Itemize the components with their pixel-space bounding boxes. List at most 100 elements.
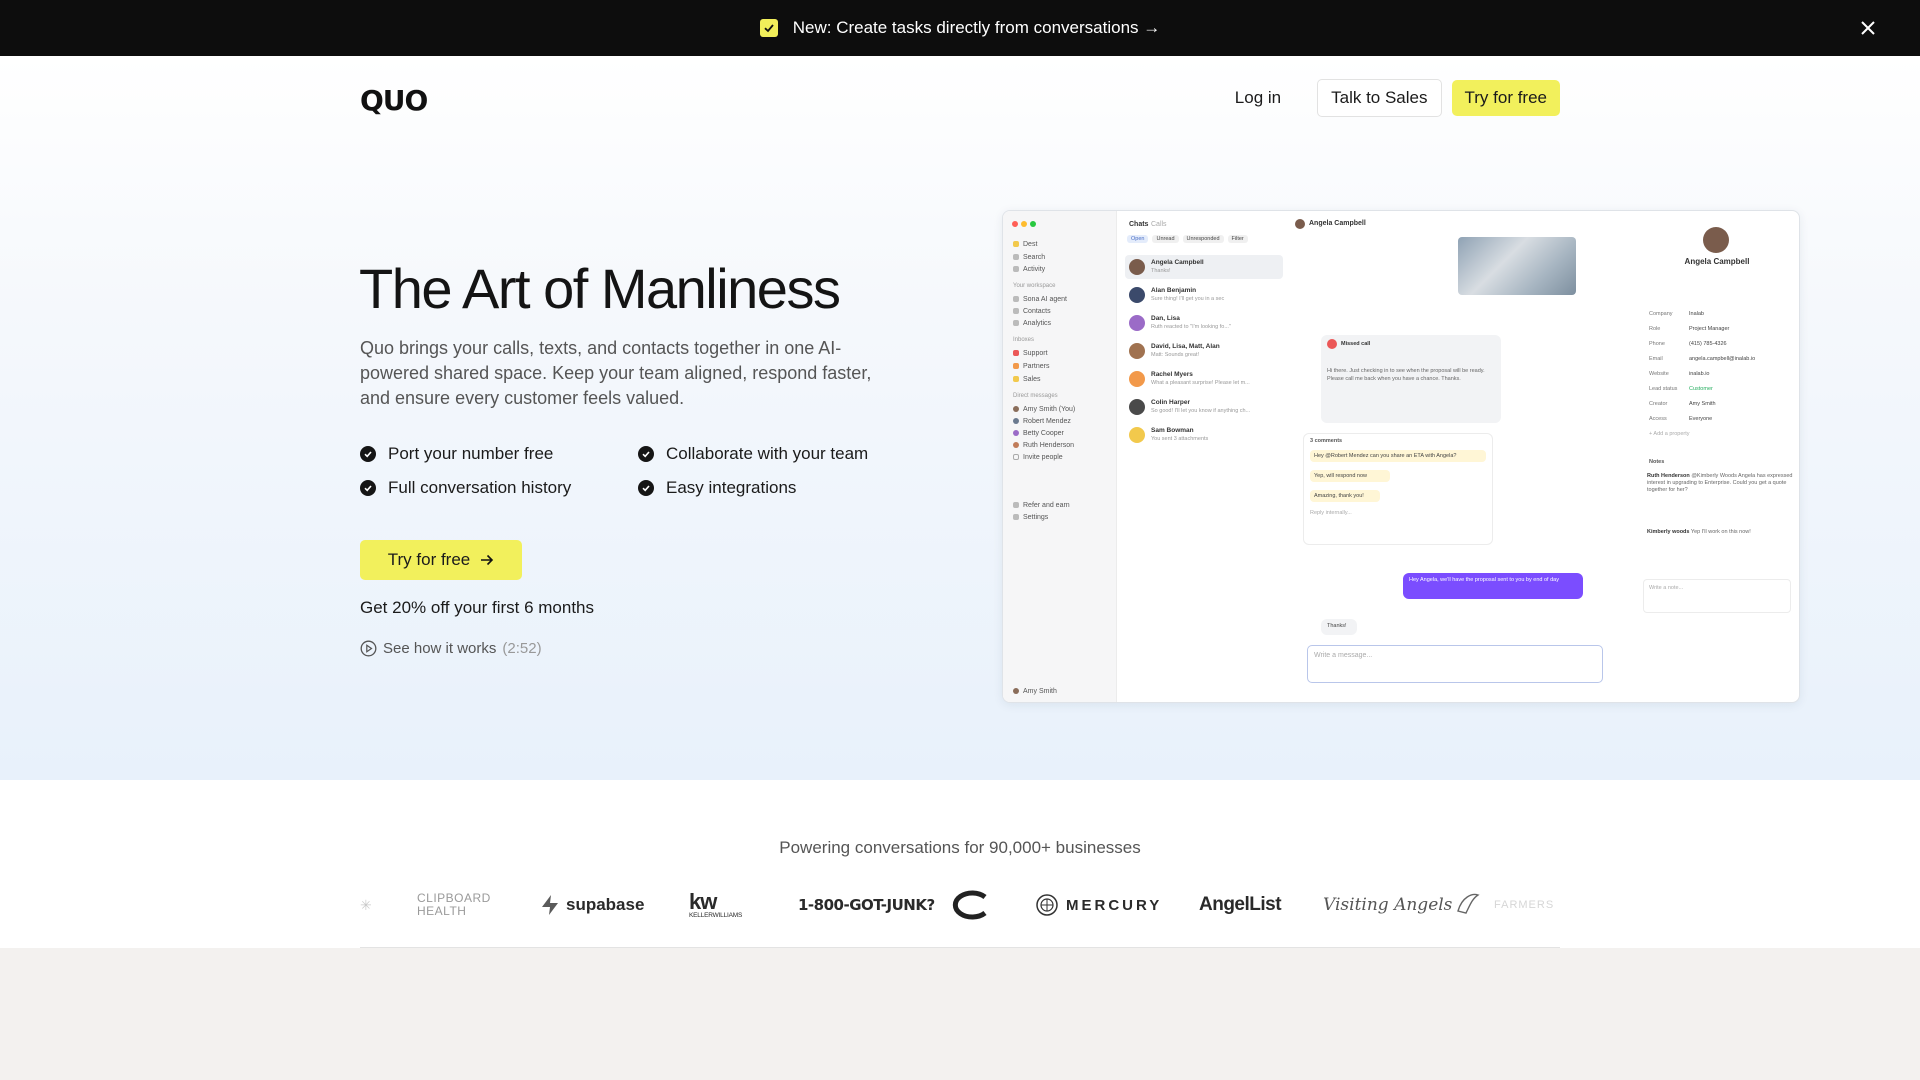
mock-chat-contact: Angela Campbell	[1309, 220, 1366, 227]
feature-label: Collaborate with your team	[666, 444, 869, 463]
mock-contacts: Contacts	[1013, 307, 1051, 315]
logo-strip: ✳ CLIPBOARD HEALTH supabase kw KELLERWIL…	[360, 880, 1560, 930]
mock-note: Ruth Henderson @Kimberly Woods Angela ha…	[1647, 473, 1793, 493]
mock-conversation-row: Sam Bowman You sent 3 attachments	[1125, 423, 1283, 447]
mock-search: Search	[1013, 253, 1045, 261]
top-nav: Log in Talk to Sales Try for free	[1221, 79, 1560, 117]
hero-description: Quo brings your calls, texts, and contac…	[360, 338, 872, 408]
mock-add-property: + Add a property	[1649, 431, 1690, 437]
login-link[interactable]: Log in	[1221, 80, 1295, 116]
see-how-it-works-link[interactable]: See how it works (2:52)	[360, 640, 542, 657]
feature-label: Full conversation history	[388, 478, 572, 497]
announcement-bar[interactable]: New: Create tasks directly from conversa…	[0, 0, 1920, 56]
video-duration: (2:52)	[502, 640, 542, 657]
mock-outgoing-message: Hey Angela, we'll have the proposal sent…	[1403, 573, 1583, 599]
mock-user: Amy Smith	[1013, 687, 1057, 695]
feature-item: Collaborate with your team	[638, 444, 916, 464]
keller-williams-logo: kw KELLERWILLIAMS	[689, 888, 743, 919]
mercury-logo: MERCURY	[1036, 880, 1162, 930]
mock-conversation-row: Rachel Myers What a pleasant surprise! Pl…	[1125, 367, 1283, 391]
feature-item: Easy integrations	[638, 478, 916, 498]
mock-property: Phone (415) 785-4326	[1649, 341, 1727, 347]
check-circle-icon	[638, 480, 654, 496]
mock-workspace: Dest	[1013, 240, 1037, 248]
play-circle-icon	[360, 640, 377, 657]
mock-filters: Open Unread Unresponded Filter	[1127, 235, 1248, 243]
mock-conversation-row: David, Lisa, Matt, Alan Matt: Sounds grea…	[1125, 339, 1283, 363]
mock-sidebar: Dest Search Activity Your workspace Sona…	[1003, 211, 1117, 702]
mercury-emblem-icon	[1036, 894, 1058, 916]
app-screenshot: Dest Search Activity Your workspace Sona…	[1002, 210, 1800, 703]
arrow-right-icon	[481, 554, 494, 566]
mock-conversation-row: Angela Campbell Thanks!	[1125, 255, 1283, 279]
try-free-hero-button[interactable]: Try for free	[360, 540, 522, 580]
mock-contact-avatar	[1703, 227, 1729, 253]
how-label: See how it works	[383, 640, 497, 657]
mock-conversation-row: Alan Benjamin Sure thing! I'll get you in…	[1125, 283, 1283, 307]
mock-property: Role Project Manager	[1649, 326, 1730, 332]
mock-notes-label: Notes	[1649, 459, 1665, 465]
mock-contact-name: Angela Campbell	[1684, 257, 1750, 266]
feature-list: Port your number free Collaborate with y…	[360, 444, 920, 498]
mock-property: Email angela.campbell@inalab.io	[1649, 356, 1756, 362]
mock-dm: Amy Smith (You)	[1013, 405, 1075, 413]
mock-composer: Write a message...	[1307, 645, 1603, 683]
close-icon[interactable]	[1856, 16, 1880, 40]
feature-label: Easy integrations	[666, 478, 797, 497]
mock-settings: Settings	[1013, 513, 1048, 521]
mock-section-label: Your workspace	[1013, 283, 1056, 289]
mock-property: Creator Amy Smith	[1649, 401, 1716, 407]
mock-tab: Calls	[1151, 221, 1167, 228]
mock-conversation-row: Colin Harper So good! I'll let you know i…	[1125, 395, 1283, 419]
mock-conversation-list: Chats Calls Open Unread Unresponded Filt…	[1119, 211, 1289, 702]
checkbox-icon	[759, 19, 778, 37]
mock-dm: Ruth Henderson	[1013, 441, 1074, 449]
discount-offer: Get 20% off your first 6 months	[360, 598, 595, 617]
mock-analytics: Analytics	[1013, 319, 1051, 327]
mock-sales: Sales	[1013, 375, 1041, 383]
mock-note: Kimberly woods Yep I'll work on this now…	[1647, 529, 1751, 535]
mock-invite: Invite people	[1013, 453, 1063, 461]
check-circle-icon	[638, 446, 654, 462]
hero-section: QUO Log in Talk to Sales Try for free Th…	[0, 56, 1920, 780]
mock-chat: Angela Campbell Missed call Hi there. Ju…	[1293, 211, 1633, 702]
announcement-text[interactable]: New: Create tasks directly from conversa…	[793, 18, 1161, 38]
cta-label: Try for free	[387, 550, 471, 569]
section-divider	[360, 947, 1560, 948]
mock-property: Access Everyone	[1649, 416, 1713, 422]
mock-chat-avatar	[1295, 219, 1305, 229]
supabase-logo: supabase	[540, 880, 644, 930]
quo-logo[interactable]: QUO	[360, 84, 428, 117]
mock-section-label: Inboxes	[1013, 337, 1035, 343]
mock-voicemail: Missed call Hi there. Just checking in t…	[1321, 335, 1501, 423]
mock-note-input: Write a note...	[1643, 579, 1791, 613]
feature-label: Port your number free	[388, 444, 554, 463]
mock-dm: Betty Cooper	[1013, 429, 1064, 437]
mock-activity: Activity	[1013, 265, 1045, 273]
got-junk-logo: 1-800-GOT-JUNK?	[798, 896, 935, 914]
logos-section: Powering conversations for 90,000+ busin…	[0, 780, 1920, 948]
farmers-logo: FARMERS	[1494, 899, 1555, 911]
mock-property: Company Inalab	[1649, 311, 1704, 317]
clipboard-health-logo: CLIPBOARD HEALTH	[417, 891, 491, 918]
feature-item: Full conversation history	[360, 478, 638, 498]
mock-partners: Partners	[1013, 362, 1049, 370]
mock-thread: 3 comments Hey @Robert Mendez can you sh…	[1303, 433, 1493, 545]
angellist-logo: AngelList	[1199, 894, 1282, 915]
faded-logo: ✳	[360, 896, 372, 913]
mock-property: Website inalab.io	[1649, 371, 1710, 377]
mock-support: Support	[1013, 349, 1048, 357]
visiting-angels-logo: Visiting Angels	[1323, 880, 1481, 930]
mock-contact-panel: Angela Campbell Company Inalab Role Projec…	[1633, 211, 1799, 702]
talk-to-sales-button[interactable]: Talk to Sales	[1317, 79, 1442, 117]
feature-item: Port your number free	[360, 444, 638, 464]
mock-office-photo	[1458, 237, 1576, 295]
mock-property: Lead status Customer	[1649, 386, 1713, 392]
mock-tab: Chats	[1129, 221, 1149, 228]
mock-incoming-message: Thanks!	[1321, 619, 1357, 635]
angel-wing-icon	[1457, 893, 1481, 914]
mock-conversation-row: Dan, Lisa Ruth reacted to "I'm looking fo…	[1125, 311, 1283, 335]
mock-refer: Refer and earn	[1013, 501, 1070, 509]
try-free-nav-button[interactable]: Try for free	[1451, 80, 1560, 116]
circle-c-logo	[949, 880, 993, 930]
